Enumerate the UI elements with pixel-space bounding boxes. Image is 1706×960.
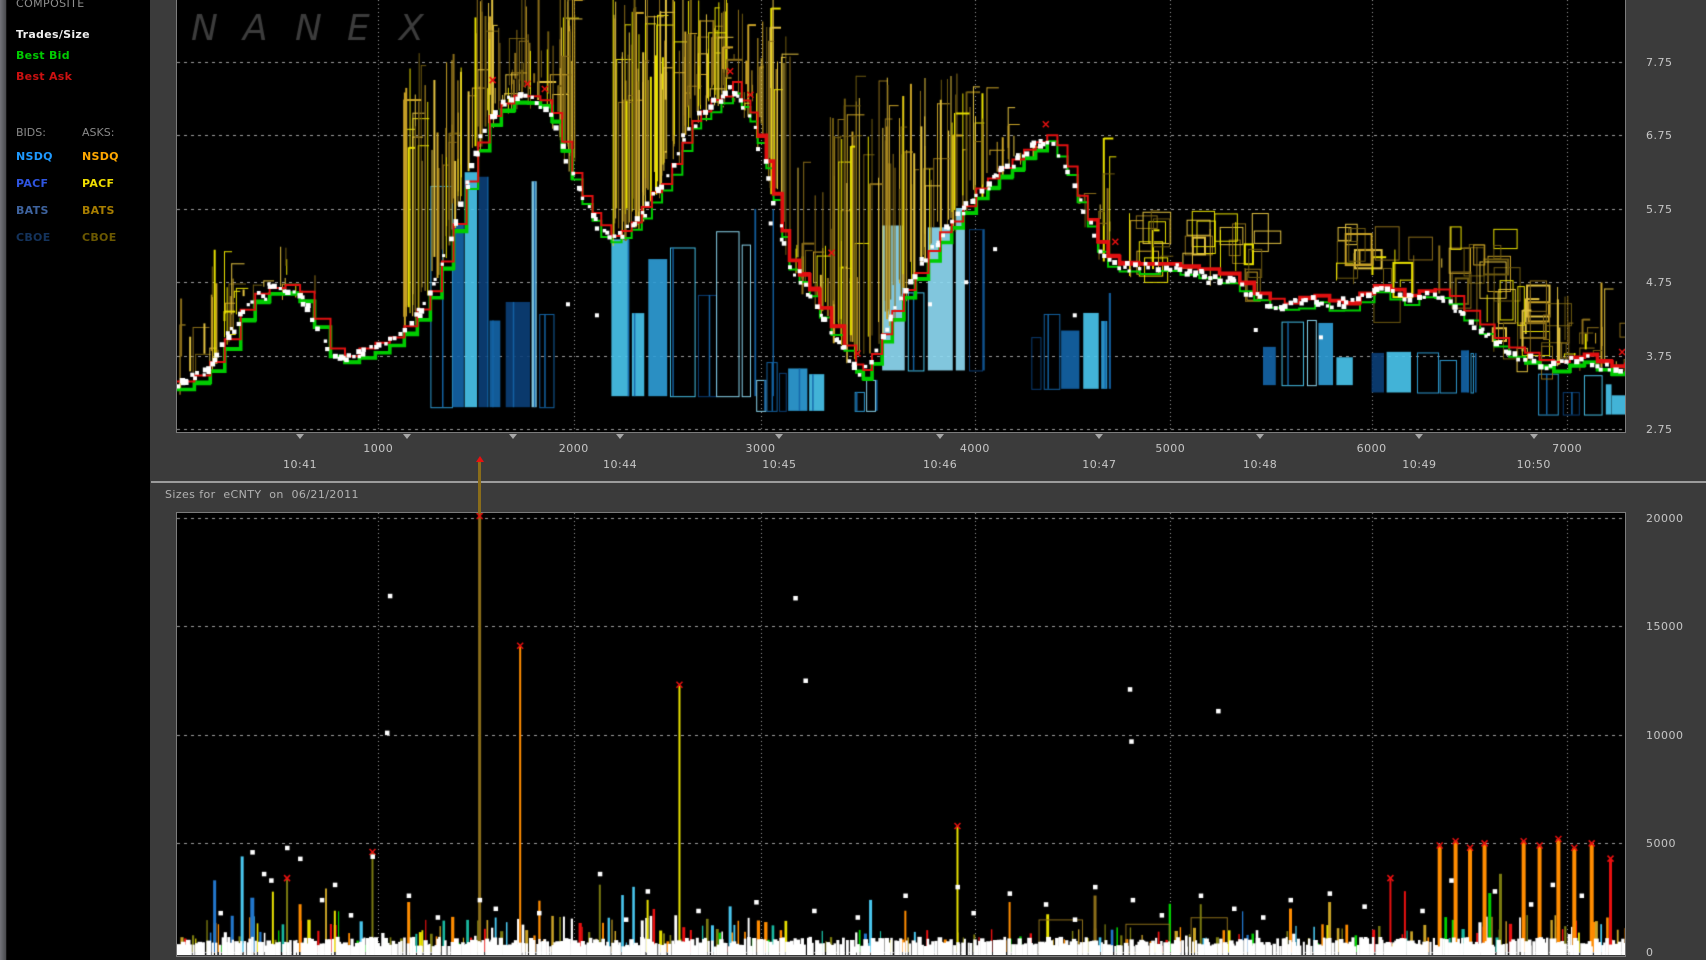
y-tick-label: 20000 xyxy=(1646,512,1684,525)
legend-list: Trades/SizeBest BidBest Ask xyxy=(16,24,90,87)
y-tick-label: 0 xyxy=(1646,946,1654,959)
bid-exchange-label: BATS xyxy=(16,204,82,217)
bid-exchange-label: CBOE xyxy=(16,231,82,244)
x-tick-label: 6000 xyxy=(1357,442,1387,455)
tick-arrow-icon xyxy=(616,434,624,439)
x-tick-label: 7000 xyxy=(1552,442,1582,455)
size-spike-stem xyxy=(478,462,481,513)
ask-exchange-label: PACF xyxy=(82,177,114,190)
time-tick-label: 10:41 xyxy=(283,458,317,471)
time-tick-label: 10:47 xyxy=(1082,458,1116,471)
tick-arrow-icon xyxy=(936,434,944,439)
legend-sidebar: COMPOSITE Trades/SizeBest BidBest Ask BI… xyxy=(7,0,150,960)
time-tick-label: 10:45 xyxy=(762,458,796,471)
tick-arrow-icon xyxy=(775,434,783,439)
size-spike-overflow xyxy=(476,456,484,513)
window-edge-strip xyxy=(0,0,7,960)
ask-exchange-label: NSDQ xyxy=(82,150,119,163)
size-spike-red-tip-icon xyxy=(476,456,484,462)
exchange-row: BATSBATS xyxy=(16,204,146,231)
series-title: COMPOSITE xyxy=(16,0,85,10)
exchange-legend-grid: NSDQNSDQPACFPACFBATSBATSCBOECBOE xyxy=(16,150,146,258)
y-tick-label: 10000 xyxy=(1646,729,1684,742)
panel-separator xyxy=(151,481,1706,483)
bid-exchange-label: PACF xyxy=(16,177,82,190)
price-chart-canvas[interactable] xyxy=(177,0,1625,433)
tick-arrow-icon xyxy=(1256,434,1264,439)
x-tick-label: 1000 xyxy=(363,442,393,455)
exchange-row: NSDQNSDQ xyxy=(16,150,146,177)
tick-arrow-icon xyxy=(1530,434,1538,439)
time-tick-label: 10:49 xyxy=(1402,458,1436,471)
asks-header: ASKS: xyxy=(82,126,114,139)
time-tick-label: 10:48 xyxy=(1243,458,1277,471)
size-chart-title: Sizes for eCNTY on 06/21/2011 xyxy=(165,488,359,501)
nanex-chart-window: COMPOSITE Trades/SizeBest BidBest Ask BI… xyxy=(0,0,1706,960)
tick-arrow-icon xyxy=(296,434,304,439)
tick-arrow-icon xyxy=(403,434,411,439)
y-tick-label: 6.75 xyxy=(1646,129,1673,142)
y-tick-label: 5000 xyxy=(1646,837,1676,850)
x-tick-label: 5000 xyxy=(1155,442,1185,455)
time-tick-label: 10:50 xyxy=(1517,458,1551,471)
size-chart-canvas[interactable] xyxy=(177,513,1625,955)
x-tick-label: 2000 xyxy=(559,442,589,455)
legend-item-trades-size: Trades/Size xyxy=(16,24,90,45)
time-tick-label: 10:46 xyxy=(923,458,957,471)
y-tick-label: 15000 xyxy=(1646,620,1684,633)
ask-exchange-label: CBOE xyxy=(82,231,117,244)
y-tick-label: 3.75 xyxy=(1646,350,1673,363)
time-tick-label: 10:44 xyxy=(603,458,637,471)
y-tick-label: 2.75 xyxy=(1646,423,1673,436)
exchange-row: CBOECBOE xyxy=(16,231,146,258)
x-tick-label: 4000 xyxy=(960,442,990,455)
y-tick-label: 4.75 xyxy=(1646,276,1673,289)
legend-item-best-bid: Best Bid xyxy=(16,45,90,66)
tick-arrow-icon xyxy=(1415,434,1423,439)
y-tick-label: 5.75 xyxy=(1646,203,1673,216)
ask-exchange-label: BATS xyxy=(82,204,115,217)
exchange-row: PACFPACF xyxy=(16,177,146,204)
bids-asks-header: BIDS:ASKS: xyxy=(16,126,146,139)
x-tick-label: 3000 xyxy=(746,442,776,455)
tick-arrow-icon xyxy=(1095,434,1103,439)
tick-arrow-icon xyxy=(509,434,517,439)
legend-item-best-ask: Best Ask xyxy=(16,66,90,87)
bid-exchange-label: NSDQ xyxy=(16,150,82,163)
y-tick-label: 7.75 xyxy=(1646,56,1673,69)
bids-header: BIDS: xyxy=(16,126,82,139)
